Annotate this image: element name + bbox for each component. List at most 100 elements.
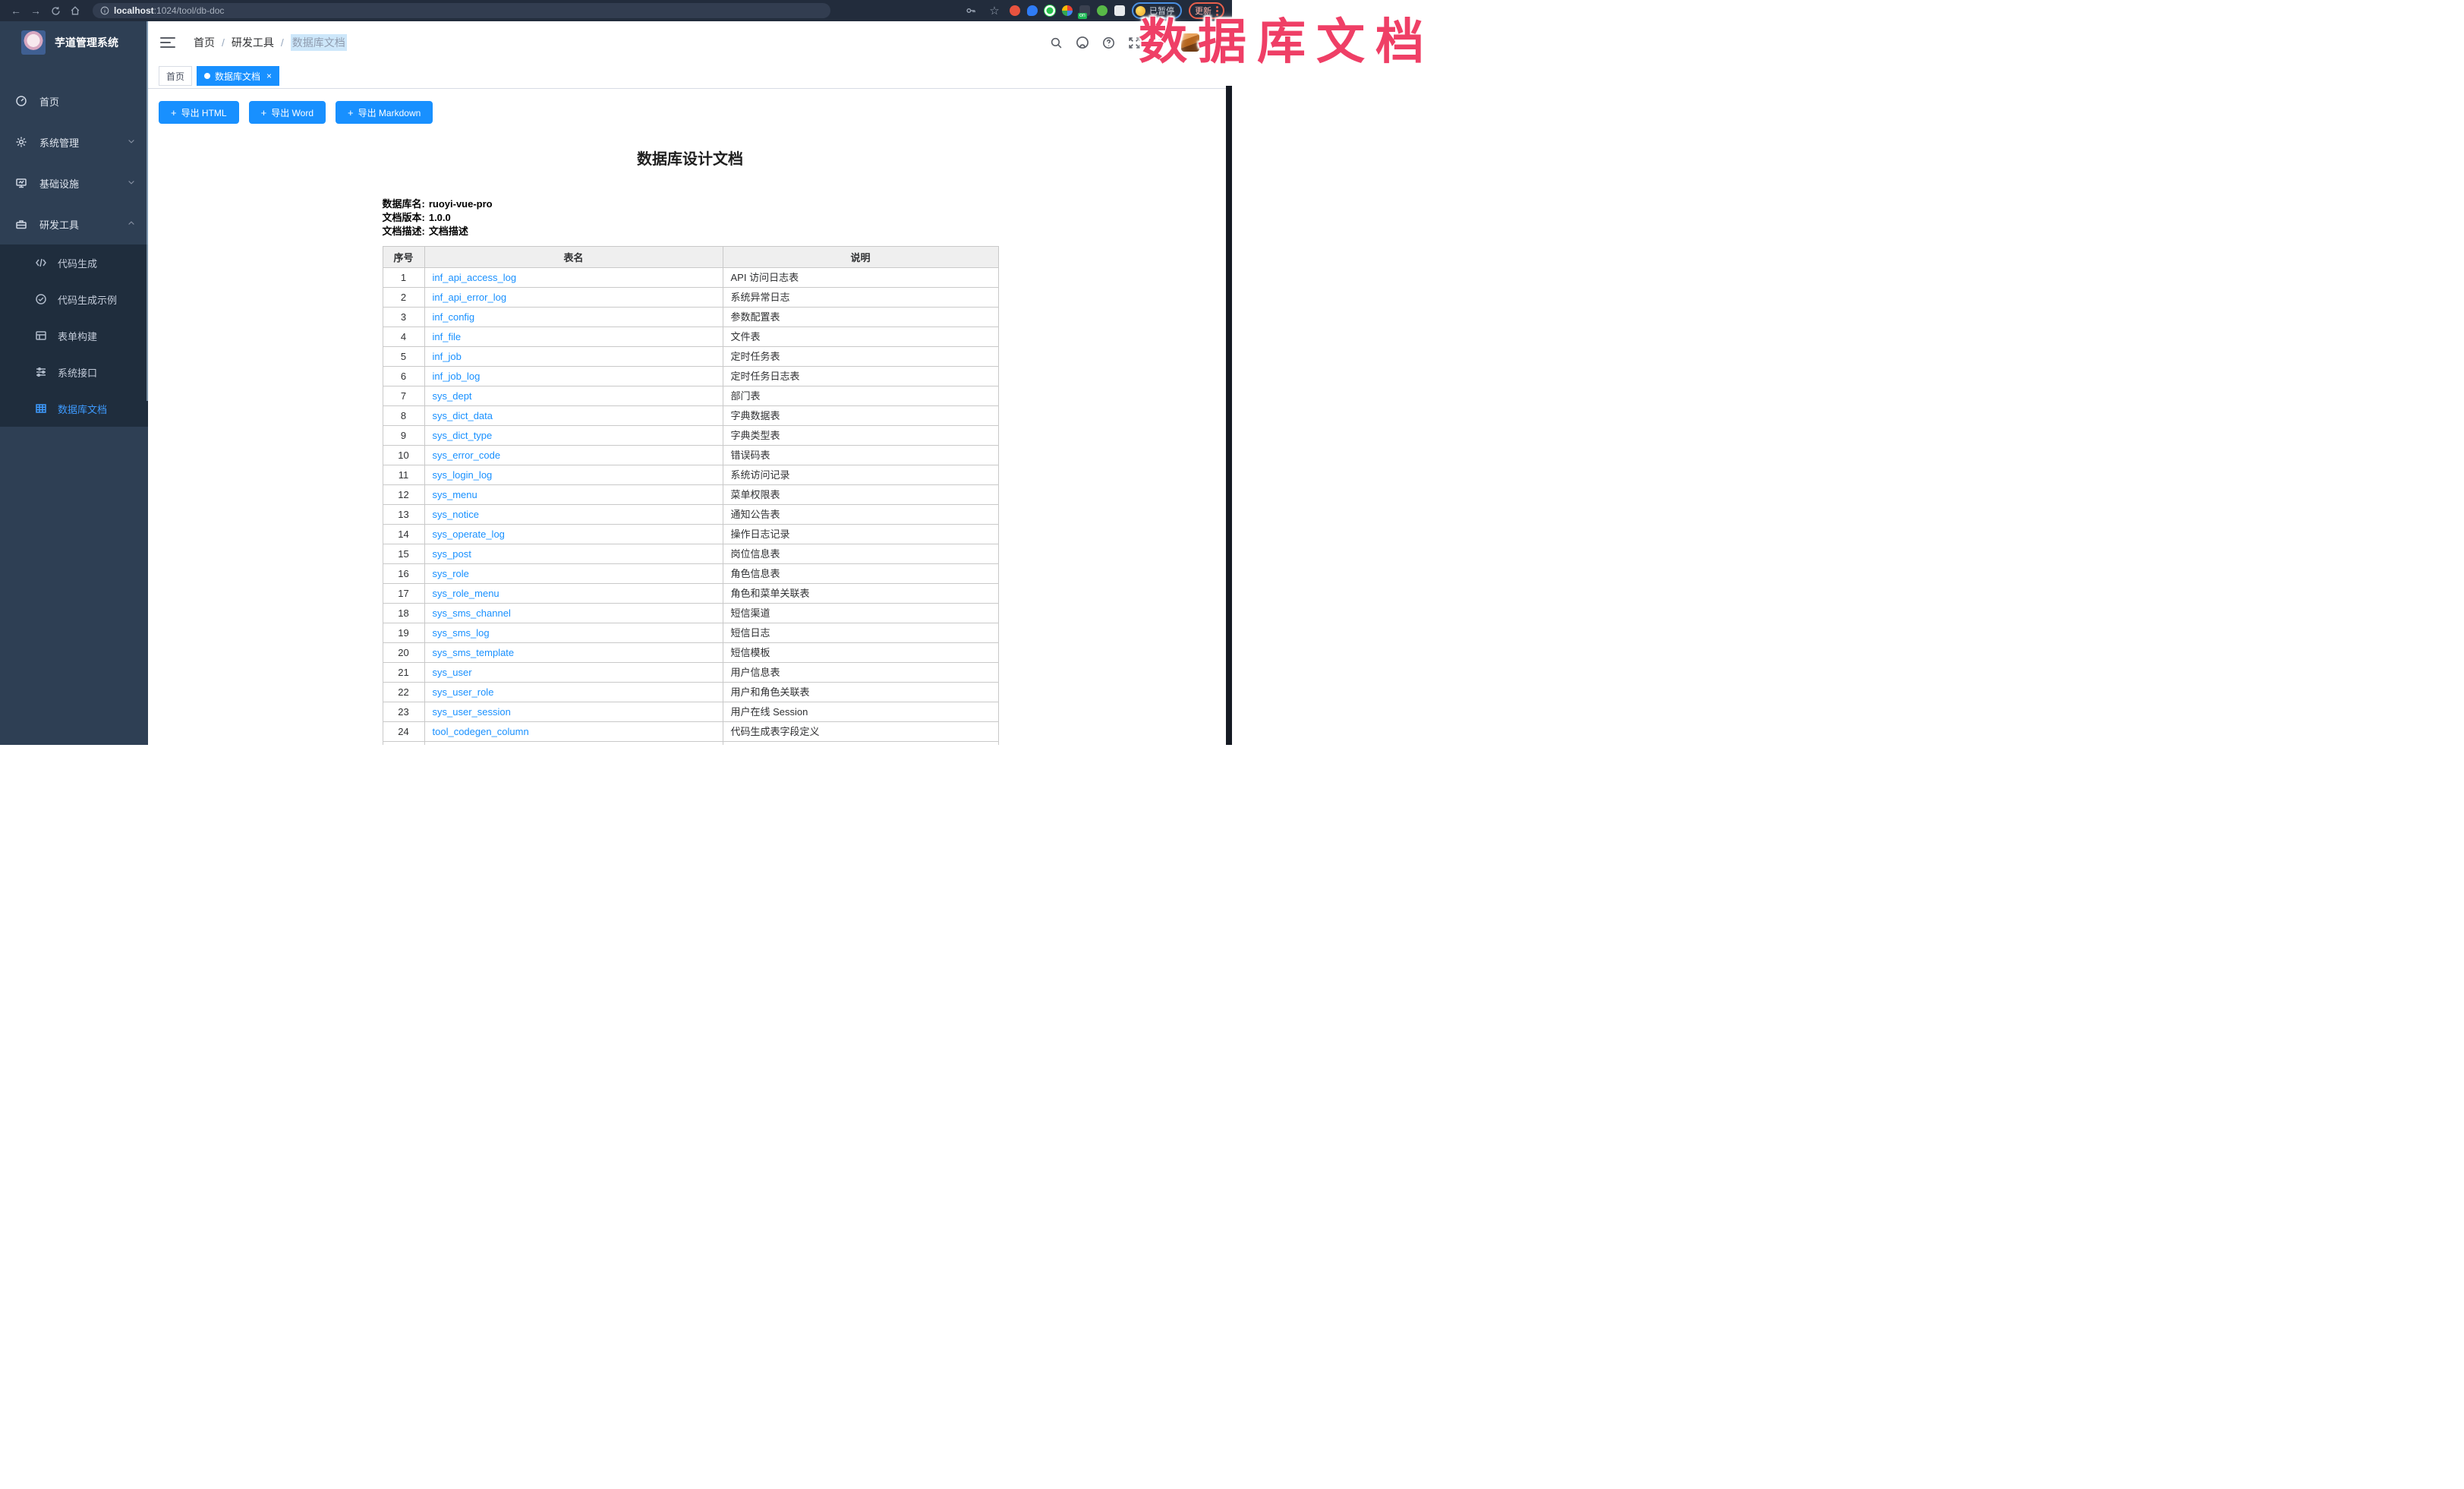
- table-name-link[interactable]: inf_job: [433, 351, 462, 362]
- table-name-link[interactable]: sys_dict_data: [433, 410, 493, 421]
- active-tab-dot-icon: [204, 73, 210, 79]
- key-icon[interactable]: [963, 2, 979, 19]
- search-icon[interactable]: [1050, 36, 1063, 49]
- table-name-link[interactable]: sys_role_menu: [433, 588, 499, 599]
- row-number-cell: 6: [383, 367, 424, 386]
- doc-meta-label: 文档版本:: [383, 212, 425, 223]
- content-scrollbar[interactable]: [1226, 86, 1232, 745]
- table-name-link[interactable]: sys_dict_type: [433, 430, 493, 441]
- table-name-link[interactable]: inf_job_log: [433, 371, 481, 382]
- address-bar[interactable]: localhost:1024/tool/db-doc: [93, 3, 830, 18]
- reload-icon[interactable]: [47, 2, 64, 19]
- export-button-导出-HTML[interactable]: +导出 HTML: [159, 101, 239, 124]
- sidebar-subitem-label: 表单构建: [58, 329, 97, 343]
- table-name-link[interactable]: sys_post: [433, 548, 471, 560]
- breadcrumb-item[interactable]: 研发工具: [232, 35, 274, 50]
- table-name-link[interactable]: sys_login_log: [433, 469, 493, 481]
- sidebar-subitem-代码生成示例[interactable]: 代码生成示例: [0, 281, 148, 317]
- table-name-link[interactable]: inf_config: [433, 311, 475, 323]
- table-desc-cell: 角色信息表: [723, 564, 998, 584]
- table-name-link[interactable]: sys_role: [433, 568, 469, 579]
- doc-meta-value: 文档描述: [429, 226, 468, 237]
- tab-close-icon[interactable]: ×: [266, 71, 272, 80]
- table-name-link[interactable]: inf_file: [433, 331, 462, 342]
- sidebar-item-infra[interactable]: 基础设施: [0, 162, 148, 203]
- table-row: 11sys_login_log系统访问记录: [383, 465, 998, 485]
- breadcrumb: 首页/研发工具/数据库文档: [194, 34, 347, 51]
- export-button-导出-Markdown[interactable]: +导出 Markdown: [336, 101, 433, 124]
- monitor-icon: [15, 177, 27, 189]
- table-name-link[interactable]: inf_api_access_log: [433, 272, 517, 283]
- sidebar-item-home[interactable]: 首页: [0, 80, 148, 121]
- back-icon[interactable]: ←: [8, 2, 24, 19]
- sidebar-subitem-代码生成[interactable]: 代码生成: [0, 244, 148, 281]
- table-name-link[interactable]: sys_user_role: [433, 686, 494, 698]
- table-name-link[interactable]: sys_error_code: [433, 450, 501, 461]
- extension-icon-puzzle[interactable]: [1114, 5, 1125, 16]
- doc-meta-value: ruoyi-vue-pro: [429, 198, 493, 210]
- table-name-link[interactable]: sys_sms_channel: [433, 607, 511, 619]
- row-number-cell: 18: [383, 604, 424, 623]
- extension-icon-orange[interactable]: [1010, 5, 1020, 16]
- table-name-link[interactable]: sys_sms_template: [433, 647, 515, 658]
- avatar-dropdown-caret-icon[interactable]: [1212, 40, 1220, 45]
- form-icon: [35, 330, 47, 342]
- star-icon[interactable]: ☆: [986, 2, 1003, 19]
- sidebar-item-system[interactable]: 系统管理: [0, 121, 148, 162]
- home-icon[interactable]: [67, 2, 83, 19]
- help-icon[interactable]: [1102, 36, 1115, 49]
- paused-extension-pill[interactable]: 已暂停: [1132, 2, 1182, 19]
- table-desc-cell: 短信日志: [723, 623, 998, 643]
- table-name-link[interactable]: sys_notice: [433, 509, 479, 520]
- github-icon[interactable]: [1076, 36, 1089, 49]
- table-row: 24tool_codegen_column代码生成表字段定义: [383, 722, 998, 742]
- svg-text:t: t: [1154, 40, 1157, 49]
- table-name-link[interactable]: inf_api_error_log: [433, 292, 507, 303]
- app-logo[interactable]: 芋道管理系统: [0, 21, 148, 64]
- table-column-header: 序号: [383, 247, 424, 268]
- table-desc-cell: 定时任务表: [723, 347, 998, 367]
- extension-icon-blue-drop[interactable]: [1027, 5, 1038, 16]
- hamburger-icon[interactable]: [160, 37, 175, 48]
- table-name-link[interactable]: sys_sms_log: [433, 627, 490, 639]
- sidebar-item-devtools[interactable]: 研发工具: [0, 203, 148, 244]
- sidebar-subitem-表单构建[interactable]: 表单构建: [0, 317, 148, 354]
- table-row: 18sys_sms_channel短信渠道: [383, 604, 998, 623]
- table-name-link[interactable]: sys_menu: [433, 489, 477, 500]
- extension-icon-color-grid[interactable]: [1062, 5, 1073, 16]
- sidebar-subitem-系统接口[interactable]: 系统接口: [0, 354, 148, 390]
- table-name-cell: inf_config: [424, 308, 723, 327]
- table-row: 23sys_user_session用户在线 Session: [383, 702, 998, 722]
- table-name-link[interactable]: tool_codegen_column: [433, 726, 529, 737]
- app-title: 芋道管理系统: [55, 35, 118, 50]
- extension-icon-green-ring[interactable]: [1045, 5, 1055, 16]
- row-number-cell: 10: [383, 446, 424, 465]
- breadcrumb-item[interactable]: 首页: [194, 35, 215, 50]
- user-avatar[interactable]: [1181, 33, 1199, 52]
- extension-icon-green-leaf[interactable]: [1097, 5, 1108, 16]
- browser-menu-icon[interactable]: [1216, 6, 1218, 16]
- table-desc-cell: 部门表: [723, 386, 998, 406]
- forward-icon[interactable]: →: [27, 2, 44, 19]
- table-name-link[interactable]: sys_user_session: [433, 706, 511, 718]
- tab-数据库文档[interactable]: 数据库文档×: [197, 66, 279, 86]
- doc-meta-row: 文档描述:文档描述: [383, 225, 998, 238]
- info-icon[interactable]: [100, 6, 109, 15]
- table-name-cell: sys_menu: [424, 485, 723, 505]
- row-number-cell: 12: [383, 485, 424, 505]
- sidebar-subitem-数据库文档[interactable]: 数据库文档: [0, 390, 148, 427]
- tab-首页[interactable]: 首页: [159, 66, 192, 86]
- browser-update-button[interactable]: 更新: [1189, 2, 1224, 19]
- breadcrumb-separator: /: [222, 36, 225, 49]
- table-name-link[interactable]: sys_dept: [433, 390, 472, 402]
- update-label: 更新: [1195, 5, 1212, 17]
- table-name-link[interactable]: sys_operate_log: [433, 528, 505, 540]
- export-button-导出-Word[interactable]: +导出 Word: [249, 101, 326, 124]
- row-number-cell: 21: [383, 663, 424, 683]
- fullscreen-icon[interactable]: [1128, 36, 1141, 49]
- extension-icon-dark-on[interactable]: on: [1079, 5, 1090, 16]
- navbar-actions: tT: [1050, 33, 1220, 52]
- table-name-link[interactable]: sys_user: [433, 667, 472, 678]
- table-row: 17sys_role_menu角色和菜单关联表: [383, 584, 998, 604]
- fontsize-icon[interactable]: tT: [1154, 36, 1168, 49]
